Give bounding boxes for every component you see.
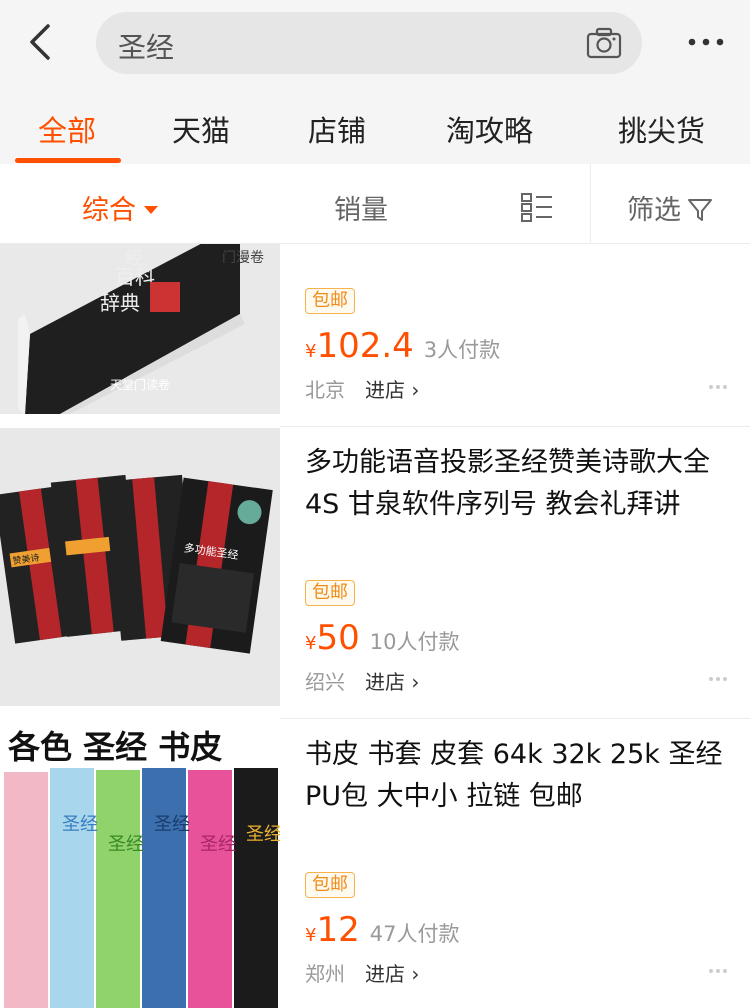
product-info: 多功能语音投影圣经赞美诗歌大全4S 甘泉软件序列号 教会礼拜讲 bbox=[305, 442, 735, 526]
price: 50 bbox=[316, 618, 360, 658]
filter-button[interactable]: 筛选 bbox=[627, 188, 713, 227]
category-tabs: 全部 天猫 店铺 淘攻略 挑尖货 bbox=[0, 92, 750, 164]
item-more-icon[interactable] bbox=[708, 384, 728, 390]
meta-row: 北京 进店 › bbox=[305, 374, 419, 403]
item-separator bbox=[280, 426, 750, 427]
back-arrow-icon[interactable] bbox=[22, 22, 62, 62]
camera-icon[interactable] bbox=[586, 27, 622, 59]
product-image[interactable]: 经 百科 辞典 天堂门读卷 门漫卷 bbox=[0, 244, 280, 414]
sold-count: 3人付款 bbox=[423, 338, 501, 362]
meta-row: 绍兴 进店 › bbox=[305, 666, 419, 695]
enter-store-label: 进店 bbox=[365, 670, 405, 694]
sort-sales[interactable]: 销量 bbox=[334, 188, 388, 227]
store-watermark: 天堂门读卷 bbox=[110, 377, 170, 392]
cover-text: 圣经 bbox=[62, 814, 98, 835]
book-logo bbox=[150, 282, 180, 312]
sort-comprehensive-label: 综合 bbox=[82, 195, 136, 226]
product-info: 书皮 书套 皮套 64k 32k 25k 圣经PU包 大中小 拉链 包邮 bbox=[305, 734, 735, 818]
cover-text: 圣经 bbox=[200, 834, 236, 855]
filter-label: 筛选 bbox=[627, 195, 681, 226]
more-options-icon[interactable] bbox=[686, 30, 726, 54]
product-title[interactable]: 书皮 书套 皮套 64k 32k 25k 圣经PU包 大中小 拉链 包邮 bbox=[305, 734, 735, 818]
sort-divider bbox=[590, 164, 591, 244]
cover-text: 圣经 bbox=[108, 834, 144, 855]
enter-store-link[interactable]: 进店 › bbox=[365, 962, 419, 986]
free-shipping-badge: 包邮 bbox=[305, 872, 355, 898]
currency-symbol: ¥ bbox=[305, 925, 317, 946]
location: 北京 bbox=[305, 378, 345, 402]
cover-text: 圣经 bbox=[154, 814, 190, 835]
location: 郑州 bbox=[305, 962, 345, 986]
enter-store-label: 进店 bbox=[365, 378, 405, 402]
sold-count: 47人付款 bbox=[369, 922, 460, 946]
list-item[interactable]: 赞美诗 多功能圣经 多功能语音投影圣经赞美诗歌大全4S 甘泉软件序列号 教会礼拜… bbox=[0, 428, 750, 719]
item-separator bbox=[280, 718, 750, 719]
price: 12 bbox=[316, 910, 360, 950]
price-row: ¥50 10人付款 bbox=[305, 618, 459, 658]
sort-bar: 综合 销量 筛选 bbox=[0, 164, 750, 244]
image-heading: 各色 圣经 书皮 bbox=[8, 728, 222, 766]
cover-text: 圣经 bbox=[246, 824, 280, 845]
top-bar: 圣经 全部 天猫 店铺 淘攻略 挑尖货 bbox=[0, 0, 750, 164]
caret-down-icon bbox=[144, 206, 158, 214]
currency-symbol: ¥ bbox=[305, 633, 317, 654]
store-mark: 门漫卷 bbox=[222, 250, 264, 266]
funnel-icon bbox=[688, 199, 712, 221]
tab-tmall[interactable]: 天猫 bbox=[172, 108, 230, 150]
enter-store-link[interactable]: 进店 › bbox=[365, 378, 419, 402]
currency-symbol: ¥ bbox=[305, 341, 317, 362]
tab-guides[interactable]: 淘攻略 bbox=[446, 108, 533, 150]
list-item[interactable]: 经 百科 辞典 天堂门读卷 门漫卷 包邮 ¥102.4 3人付款 北京 进店 › bbox=[0, 244, 750, 427]
book-title-line2: 辞典 bbox=[100, 291, 140, 315]
free-shipping-badge: 包邮 bbox=[305, 580, 355, 606]
price-row: ¥102.4 3人付款 bbox=[305, 326, 500, 366]
product-image[interactable]: 各色 圣经 书皮 圣经 圣经 圣经 圣经 圣经 bbox=[0, 720, 280, 1008]
free-shipping-badge: 包邮 bbox=[305, 288, 355, 314]
search-box[interactable]: 圣经 bbox=[96, 12, 642, 74]
tab-all[interactable]: 全部 bbox=[38, 108, 96, 150]
list-item[interactable]: 各色 圣经 书皮 圣经 圣经 圣经 圣经 圣经 书皮 书套 皮套 64k 32k… bbox=[0, 720, 750, 1008]
location: 绍兴 bbox=[305, 670, 345, 694]
sort-comprehensive[interactable]: 综合 bbox=[82, 188, 158, 227]
enter-store-link[interactable]: 进店 › bbox=[365, 670, 419, 694]
sold-count: 10人付款 bbox=[369, 630, 460, 654]
enter-store-label: 进店 bbox=[365, 962, 405, 986]
product-image[interactable]: 赞美诗 多功能圣经 bbox=[0, 428, 280, 706]
product-title[interactable]: 多功能语音投影圣经赞美诗歌大全4S 甘泉软件序列号 教会礼拜讲 bbox=[305, 442, 735, 526]
list-view-toggle-icon[interactable] bbox=[520, 192, 554, 222]
tab-shops[interactable]: 店铺 bbox=[308, 108, 366, 150]
active-tab-indicator bbox=[15, 158, 121, 163]
item-more-icon[interactable] bbox=[708, 676, 728, 682]
search-query[interactable]: 圣经 bbox=[118, 26, 174, 66]
meta-row: 郑州 进店 › bbox=[305, 958, 419, 987]
item-more-icon[interactable] bbox=[708, 968, 728, 974]
price: 102.4 bbox=[316, 326, 414, 366]
book-title-line1: 百科 bbox=[115, 265, 155, 289]
product-list: 经 百科 辞典 天堂门读卷 门漫卷 包邮 ¥102.4 3人付款 北京 进店 › 赞… bbox=[0, 244, 750, 1008]
tab-premium[interactable]: 挑尖货 bbox=[618, 108, 705, 150]
price-row: ¥12 47人付款 bbox=[305, 910, 459, 950]
